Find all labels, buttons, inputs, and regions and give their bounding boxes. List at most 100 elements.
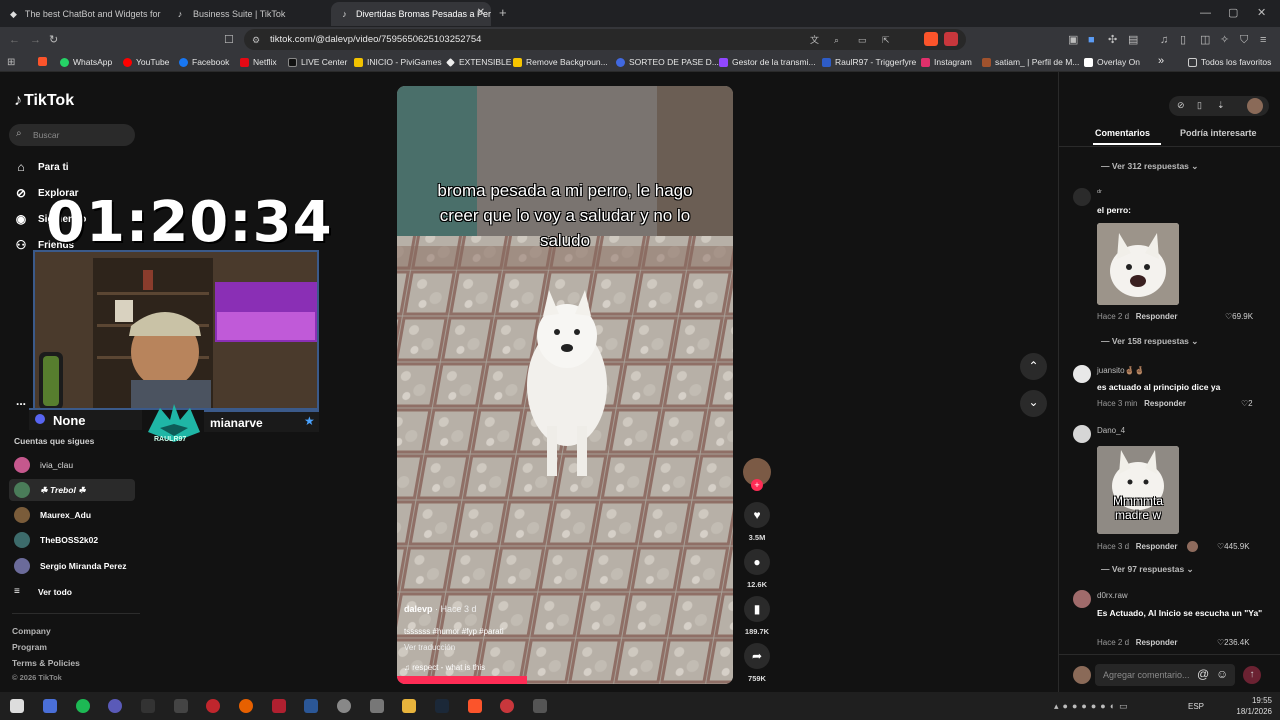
bookmark-item[interactable]: Facebook <box>179 57 229 67</box>
view-replies-link[interactable]: — Ver 312 respuestas ⌄ <box>1101 161 1198 172</box>
view-replies-link[interactable]: — Ver 158 respuestas ⌄ <box>1101 336 1198 347</box>
tab-podria-interesarte[interactable]: Podría interesarte <box>1180 128 1257 138</box>
extension-icon[interactable]: ▣ <box>1068 34 1078 46</box>
browser-tab[interactable]: ◆ The best ChatBot and Widgets for Ki <box>0 2 162 26</box>
steam-icon[interactable] <box>435 699 449 713</box>
bookmark-item[interactable]: INICIO - PiviGames <box>354 57 442 67</box>
avatar[interactable] <box>1073 425 1091 443</box>
vpn-icon[interactable]: ⛉ <box>1240 34 1248 46</box>
share-icon[interactable]: ⇱ <box>882 34 890 46</box>
followed-account[interactable]: Maurex_Adu <box>14 507 91 523</box>
opera-icon[interactable] <box>206 699 220 713</box>
brave-shield-icon[interactable] <box>924 32 938 46</box>
bookmark-item[interactable]: Gestor de la transmi... <box>719 57 816 67</box>
back-icon[interactable]: ← <box>9 34 20 46</box>
close-tab-icon[interactable]: ✕ <box>477 7 485 18</box>
nav-para-ti[interactable]: ⌂ Para ti <box>14 160 68 174</box>
site-info-icon[interactable]: ⚙ <box>252 34 260 46</box>
view-replies-link[interactable]: — Ver 97 respuestas ⌄ <box>1101 564 1194 575</box>
video-hashtags[interactable]: tssssss #humor #fyp #parati <box>404 627 504 636</box>
next-video-button[interactable]: ⌄ <box>1020 390 1047 417</box>
bookmark-item[interactable]: SORTEO DE PASE D... <box>616 57 719 67</box>
followed-account[interactable]: ivia_clau <box>14 457 73 473</box>
phone-icon[interactable]: ▯ <box>1197 100 1202 111</box>
comment-like[interactable]: ♡2 <box>1241 399 1253 408</box>
comment-author[interactable]: d0rx.raw <box>1097 591 1128 600</box>
reload-icon[interactable]: ↻ <box>49 34 58 46</box>
brave-rewards-icon[interactable] <box>944 32 958 46</box>
reply-button[interactable]: Responder <box>1144 399 1186 408</box>
bookmark-item[interactable] <box>38 57 51 66</box>
minimize-icon[interactable]: — <box>1200 7 1211 19</box>
comment-input[interactable]: Agregar comentario... @ ☺ <box>1095 664 1235 686</box>
app-icon[interactable] <box>141 699 155 713</box>
browser-tab-active[interactable]: ♪ Divertidas Bromas Pesadas a Per ✕ <box>331 2 491 26</box>
footer-link-terms[interactable]: Terms & Policies <box>12 658 80 668</box>
obs-icon[interactable] <box>108 699 122 713</box>
close-window-icon[interactable]: ✕ <box>1257 7 1266 19</box>
maximize-icon[interactable]: ▢ <box>1228 7 1238 19</box>
spotify-icon[interactable] <box>76 699 90 713</box>
comment-image[interactable]: Mmmmta madre w <box>1097 446 1179 534</box>
extension-icon[interactable]: ✣ <box>1108 34 1117 46</box>
bookmark-item[interactable]: satiam_ | Perfil de M... <box>982 57 1079 67</box>
windows-start-icon[interactable] <box>10 699 24 713</box>
comment-author[interactable]: ᵈʳ <box>1097 188 1102 197</box>
comment-like[interactable]: ♡445.9K <box>1217 542 1250 551</box>
new-tab-button[interactable]: + <box>499 6 507 19</box>
app-icon[interactable] <box>533 699 547 713</box>
video-music[interactable]: ♫ respect - what is this <box>404 663 485 672</box>
media-icon[interactable]: ♫ <box>1160 34 1168 46</box>
wallet-icon[interactable]: ◫ <box>1200 34 1210 46</box>
app-icon[interactable] <box>337 699 351 713</box>
comment-like[interactable]: ♡236.4K <box>1217 638 1250 647</box>
app-icon[interactable] <box>43 699 57 713</box>
bookmark-item[interactable]: WhatsApp <box>60 57 112 67</box>
see-all-link[interactable]: ≡ Ver todo <box>14 586 72 597</box>
install-icon[interactable]: ▭ <box>858 34 867 46</box>
speed-icon[interactable]: ⊘ <box>1177 100 1185 111</box>
leo-icon[interactable]: ✧ <box>1220 34 1229 46</box>
zoom-icon[interactable]: ⌕ <box>834 34 839 46</box>
send-button[interactable]: ↑ <box>1243 666 1261 684</box>
comment-button[interactable]: ● 12.6K <box>742 549 772 589</box>
app-icon[interactable] <box>272 699 286 713</box>
bookmark-item[interactable]: Instagram <box>921 57 972 67</box>
bookmark-item[interactable]: RaulR97 - Triggerfyre <box>822 57 916 67</box>
bookmark-item[interactable]: EXTENSIBLE <box>446 57 511 67</box>
tiktok-logo[interactable]: ♪ TikTok <box>14 92 74 110</box>
reply-button[interactable]: Responder <box>1136 542 1178 551</box>
share-button[interactable]: ➦ 759K <box>742 643 772 683</box>
reply-button[interactable]: Responder <box>1136 312 1178 321</box>
bookmark-item[interactable]: Overlay On <box>1084 57 1140 67</box>
like-button[interactable]: ♥ 3.5M <box>742 502 772 542</box>
brave-icon[interactable] <box>468 699 482 713</box>
sidebar-icon[interactable]: ▯ <box>1180 34 1186 46</box>
apps-icon[interactable]: ⊞ <box>7 57 15 69</box>
comment-image[interactable] <box>1097 223 1179 305</box>
translate-icon[interactable]: 文 <box>810 34 819 46</box>
author-avatar-button[interactable]: + <box>742 458 772 491</box>
tray-icons[interactable]: ▴●●●●●◐▭ <box>1054 701 1132 712</box>
file-explorer-icon[interactable] <box>402 699 416 713</box>
bookmark-item[interactable]: YouTube <box>123 57 169 67</box>
avatar[interactable] <box>1073 590 1091 608</box>
bookmarks-overflow-button[interactable]: » <box>1158 55 1164 67</box>
calculator-icon[interactable] <box>370 699 384 713</box>
avatar[interactable] <box>1073 188 1091 206</box>
app-icon[interactable] <box>500 699 514 713</box>
clock-time[interactable]: 19:55 <box>1240 696 1272 705</box>
tab-comentarios[interactable]: Comentarios <box>1095 128 1150 138</box>
reply-button[interactable]: Responder <box>1136 638 1178 647</box>
video-author[interactable]: dalevp <box>404 604 433 614</box>
comment-like[interactable]: ♡69.9K <box>1225 312 1253 321</box>
video-player[interactable]: broma pesada a mi perro, le hago creer q… <box>397 86 733 684</box>
comment-author[interactable]: Dano_4 <box>1097 426 1125 435</box>
footer-link-company[interactable]: Company <box>12 626 51 636</box>
search-input[interactable]: ⌕ Buscar <box>9 124 135 146</box>
word-icon[interactable] <box>304 699 318 713</box>
followed-account[interactable]: Sergio Miranda Perez <box>14 558 126 574</box>
extension-icon[interactable]: ▤ <box>1128 34 1138 46</box>
firefox-icon[interactable] <box>239 699 253 713</box>
forward-icon[interactable]: → <box>30 34 41 46</box>
